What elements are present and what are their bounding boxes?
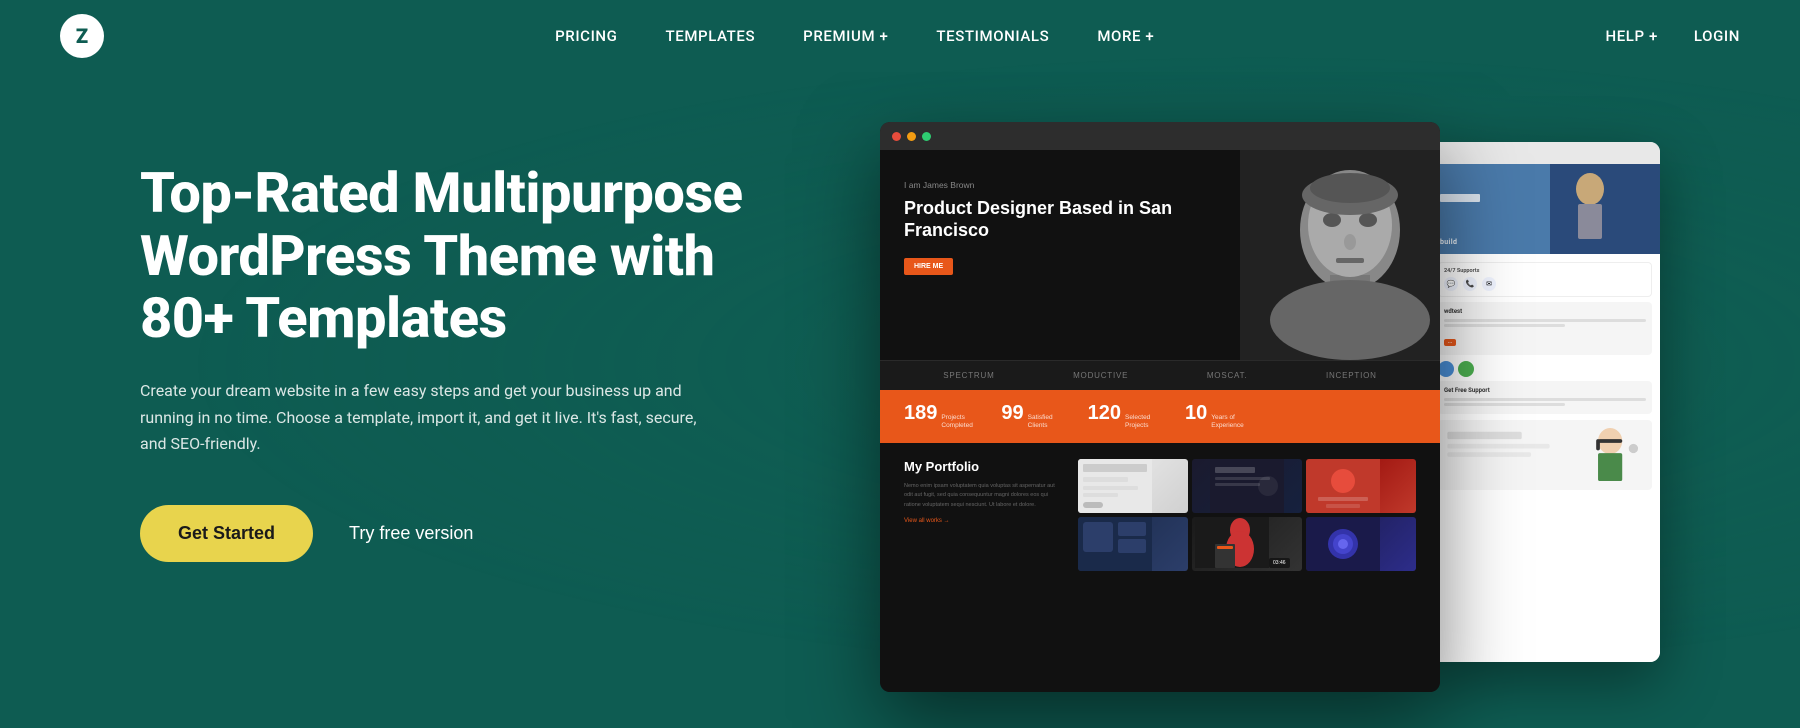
brand-moscat: MOSCAT. — [1207, 371, 1248, 380]
portfolio-grid-item-2 — [1192, 459, 1302, 513]
support-icon-chat: 💬 — [1444, 277, 1458, 291]
portfolio-thumb-badge: 03:46 — [1269, 558, 1290, 568]
brand-logos-row: SPECTRUM mODUCtive MOSCAT. Inception — [880, 360, 1440, 390]
portfolio-grid-item-5: 03:46 — [1192, 517, 1302, 571]
browser-dot-red — [892, 132, 901, 141]
portfolio-hero: I am James Brown Product Designer Based … — [880, 150, 1440, 360]
stat-label-projects: Projects Completed — [941, 414, 973, 431]
browser-mockup-secondary: build 24/7 Supports 💬 📞 ✉ wdt — [1430, 142, 1660, 662]
secondary-browser-content: build 24/7 Supports 💬 📞 ✉ wdt — [1430, 164, 1660, 662]
nav-item-testimonials[interactable]: TESTIMONIALS — [936, 27, 1049, 45]
portfolio-grid-img-5 — [1195, 517, 1269, 568]
portfolio-view-all-link[interactable]: View all works → — [904, 518, 1064, 524]
secondary-person-section — [1438, 420, 1652, 490]
portfolio-grid-img-1 — [1078, 459, 1152, 513]
portfolio-job-title: Product Designer Based in San Francisco — [904, 198, 1216, 241]
support-icon-mail: ✉ — [1482, 277, 1496, 291]
hero-title: Top-Rated Multipurpose WordPress Theme w… — [140, 162, 820, 350]
portfolio-section: My Portfolio Nemo enim ipsam voluptatem … — [880, 443, 1440, 587]
portfolio-grid-img-2 — [1210, 459, 1284, 513]
portfolio-description: Nemo enim ipsam voluptatem quia voluptas… — [904, 482, 1064, 510]
portfolio-text-col: My Portfolio Nemo enim ipsam voluptatem … — [904, 459, 1064, 571]
portfolio-grid-img-6 — [1306, 517, 1380, 571]
secondary-line-4 — [1444, 403, 1565, 406]
browser-dot-yellow — [907, 132, 916, 141]
try-free-button[interactable]: Try free version — [349, 523, 473, 544]
browser-mockup-main: I am James Brown Product Designer Based … — [880, 122, 1440, 692]
secondary-line-3 — [1444, 398, 1646, 401]
secondary-tag-orange: ••• — [1444, 339, 1456, 346]
stat-num-clients: 99 — [1001, 402, 1023, 425]
stat-label-clients: Satisfied Clients — [1028, 414, 1060, 431]
hero-buttons: Get Started Try free version — [140, 505, 820, 562]
portfolio-grid: 03:46 — [1078, 459, 1416, 571]
secondary-person-svg — [1438, 420, 1652, 490]
portfolio-grid-item-4 — [1078, 517, 1188, 571]
hero-content: Top-Rated Multipurpose WordPress Theme w… — [140, 112, 820, 562]
nav-item-premium[interactable]: PREMIUM + — [803, 27, 888, 45]
portfolio-grid-img-4 — [1078, 517, 1152, 571]
stat-num-projects: 189 — [904, 402, 937, 425]
stat-num-years: 10 — [1185, 402, 1207, 425]
secondary-avatar-green — [1458, 361, 1474, 377]
stat-label-years: Years of Experience — [1211, 414, 1243, 431]
portfolio-section-title: My Portfolio — [904, 459, 1064, 474]
portfolio-cta-button[interactable]: HIRE ME — [904, 258, 953, 275]
secondary-browser-bar — [1430, 142, 1660, 164]
secondary-line-2 — [1444, 324, 1565, 327]
get-started-button[interactable]: Get Started — [140, 505, 313, 562]
secondary-avatar-row — [1438, 361, 1652, 377]
portfolio-grid-item-3 — [1306, 459, 1416, 513]
secondary-card-1: wdtest ••• — [1438, 302, 1652, 355]
brand-spectrum: SPECTRUM — [943, 371, 994, 380]
hero-section: Top-Rated Multipurpose WordPress Theme w… — [0, 72, 1800, 728]
secondary-avatar-blue — [1438, 361, 1454, 377]
secondary-card-2-title: Get Free Support — [1444, 387, 1646, 394]
support-title: 24/7 Supports — [1444, 268, 1646, 274]
browser-bar — [880, 122, 1440, 150]
navigation: Z PRICING TEMPLATES PREMIUM + TESTIMONIA… — [0, 0, 1800, 72]
portfolio-hero-text: I am James Brown Product Designer Based … — [880, 150, 1240, 360]
browser-dot-green — [922, 132, 931, 141]
screenshot-wrapper: I am James Brown Product Designer Based … — [880, 122, 1640, 712]
portfolio-photo — [1240, 150, 1440, 360]
portfolio-grid-img-3 — [1306, 459, 1380, 513]
nav-right-links: HELP + LOGIN — [1605, 27, 1740, 45]
stat-label-selected: Selected Projects — [1125, 414, 1157, 431]
support-icons: 💬 📞 ✉ — [1444, 277, 1646, 291]
stat-years: 10 Years of Experience — [1185, 402, 1243, 431]
portfolio-grid-item-6 — [1306, 517, 1416, 571]
nav-item-pricing[interactable]: PRICING — [555, 27, 617, 45]
secondary-line-1 — [1444, 319, 1646, 322]
secondary-support-section: 24/7 Supports 💬 📞 ✉ — [1438, 262, 1652, 297]
nav-item-more[interactable]: MORE + — [1097, 27, 1154, 45]
support-icon-phone: 📞 — [1463, 277, 1477, 291]
secondary-card-1-title: wdtest — [1444, 308, 1646, 315]
stat-selected: 120 Selected Projects — [1088, 402, 1157, 431]
face-illustration — [1240, 150, 1440, 360]
secondary-hero-image: build — [1430, 164, 1660, 254]
brand-inception: Inception — [1326, 371, 1377, 380]
hero-screenshots: I am James Brown Product Designer Based … — [820, 112, 1660, 728]
portfolio-name: I am James Brown — [904, 180, 1216, 190]
secondary-hero-svg — [1430, 164, 1660, 254]
secondary-card-2: Get Free Support — [1438, 381, 1652, 414]
nav-item-help[interactable]: HELP + — [1605, 27, 1657, 45]
nav-item-templates[interactable]: TEMPLATES — [666, 27, 756, 45]
stats-row: 189 Projects Completed 99 Satisfied Clie… — [880, 390, 1440, 443]
hero-subtitle: Create your dream website in a few easy … — [140, 378, 720, 457]
secondary-body: 24/7 Supports 💬 📞 ✉ wdtest ••• — [1430, 254, 1660, 662]
stat-projects: 189 Projects Completed — [904, 402, 973, 431]
brand-logo[interactable]: Z — [60, 14, 104, 58]
secondary-build-label: build — [1440, 238, 1457, 246]
portfolio-grid-item-1 — [1078, 459, 1188, 513]
nav-item-login[interactable]: LOGIN — [1694, 27, 1740, 45]
nav-center-links: PRICING TEMPLATES PREMIUM + TESTIMONIALS… — [555, 27, 1154, 45]
stat-clients: 99 Satisfied Clients — [1001, 402, 1059, 431]
browser-content: I am James Brown Product Designer Based … — [880, 150, 1440, 692]
brand-moductive: mODUCtive — [1073, 371, 1128, 380]
stat-num-selected: 120 — [1088, 402, 1121, 425]
